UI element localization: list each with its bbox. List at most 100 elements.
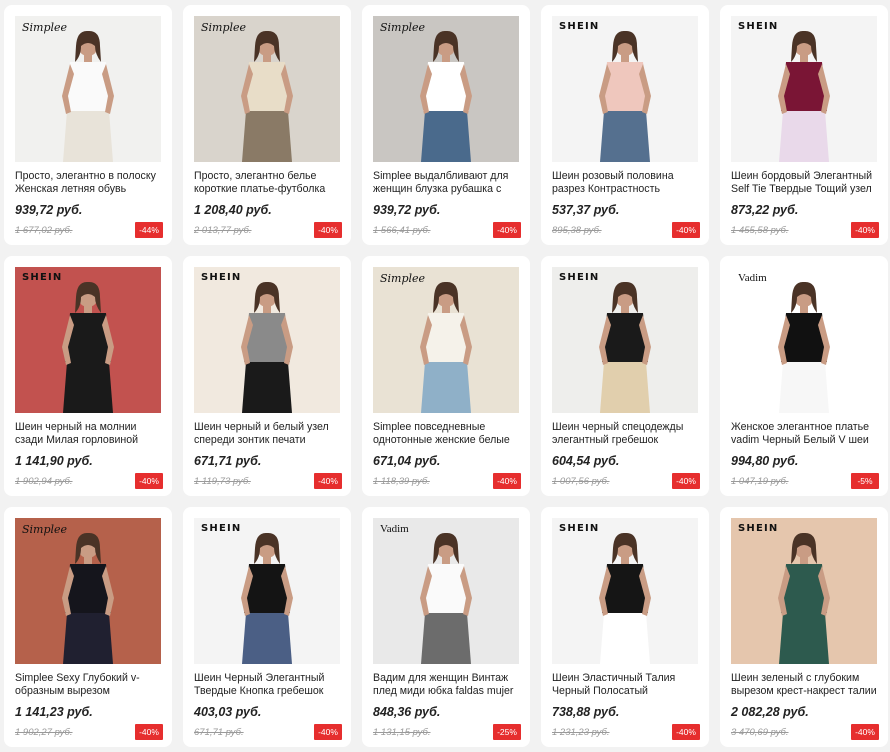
old-price: 1 118,39 руб. [373,476,430,487]
product-card[interactable]: Simplee Просто, элегантно в полоску Женс… [4,5,172,245]
brand-logo: SHEIN [201,523,242,534]
product-price: 671,04 руб. [373,454,441,468]
brand-logo: Vadim [380,523,409,535]
discount-badge: -40% [314,724,342,740]
product-card[interactable]: SHEIN Шеин черный и белый узел спереди з… [183,256,351,496]
discount-badge: -44% [135,222,163,238]
product-title[interactable]: Simplee Sexy Глубокий v-образным вырезом… [15,672,161,698]
old-price: 1 566,41 руб. [373,225,431,236]
product-title[interactable]: Шеин розовый половина разрез Контрастнос… [552,170,698,196]
product-image[interactable]: SHEIN [731,16,877,162]
product-image[interactable]: SHEIN [552,267,698,413]
product-card[interactable]: SHEIN Шеин зеленый с глубоким вырезом кр… [720,507,888,747]
brand-logo: Simplee [380,21,426,34]
brand-logo: SHEIN [201,272,242,283]
product-title[interactable]: Simplee выдалбливают для женщин блузка р… [373,170,519,196]
old-price: 895,38 руб. [552,225,602,236]
product-image[interactable]: SHEIN [194,267,340,413]
product-price: 1 141,23 руб. [15,705,93,719]
discount-badge: -40% [672,724,700,740]
product-price: 403,03 руб. [194,705,262,719]
product-price: 2 082,28 руб. [731,705,809,719]
black-sleeveless-top-photo [194,518,340,664]
product-image[interactable]: SHEIN [552,518,698,664]
product-title[interactable]: Шеин черный и белый узел спереди зонтик … [194,421,340,447]
discount-badge: -40% [314,473,342,489]
product-price: 537,37 руб. [552,203,620,217]
product-title[interactable]: Шеин бордовый Элегантный Self Tie Тверды… [731,170,877,196]
old-price: 2 013,77 руб. [194,225,252,236]
product-title[interactable]: Simplee повседневные однотонные женские … [373,421,519,447]
blazers-photo [731,267,877,413]
old-price: 3 470,69 руб. [731,727,789,738]
old-price: 1 902,27 руб. [15,727,73,738]
product-image[interactable]: Simplee [373,16,519,162]
product-title[interactable]: Шеин черный спецодежды элегантный гребеш… [552,421,698,447]
white-button-dress-photo [15,16,161,162]
product-image[interactable]: Simplee [373,267,519,413]
product-title[interactable]: Шеин зеленый с глубоким вырезом крест-на… [731,672,877,698]
product-title[interactable]: Просто, элегантно в полоску Женская летн… [15,170,161,196]
product-card[interactable]: SHEIN Шеин Эластичный Талия Черный Полос… [541,507,709,747]
product-price: 604,54 руб. [552,454,620,468]
product-price: 671,71 руб. [194,454,262,468]
product-price: 994,80 руб. [731,454,799,468]
product-image[interactable]: Vadim [731,267,877,413]
product-title[interactable]: Просто, элегантно белье короткие платье-… [194,170,340,196]
product-image[interactable]: Simplee [15,518,161,664]
white-lace-blouse-photo [373,16,519,162]
product-card[interactable]: SHEIN Шеин розовый половина разрез Контр… [541,5,709,245]
black-jumpsuit-photo [15,267,161,413]
product-image[interactable]: Simplee [194,16,340,162]
product-price: 939,72 руб. [373,203,441,217]
product-card[interactable]: SHEIN Шеин черный спецодежды элегантный … [541,256,709,496]
product-image[interactable]: SHEIN [194,518,340,664]
product-card[interactable]: Vadim Вадим для женщин Винтаж плед миди … [362,507,530,747]
discount-badge: -40% [672,473,700,489]
product-card[interactable]: Simplee Simplee выдалбливают для женщин … [362,5,530,245]
product-title[interactable]: Вадим для женщин Винтаж плед миди юбка f… [373,672,519,698]
brand-logo: SHEIN [738,523,779,534]
brand-logo: Vadim [738,272,767,284]
old-price: 1 131,15 руб. [373,727,431,738]
product-price: 873,22 руб. [731,203,799,217]
old-price: 1 007,56 руб. [552,476,610,487]
sequin-dress-photo [15,518,161,664]
product-price: 939,72 руб. [15,203,83,217]
old-price: 1 902,94 руб. [15,476,73,487]
discount-badge: -40% [493,473,521,489]
product-image[interactable]: Simplee [15,16,161,162]
product-title[interactable]: Шеин черный на молнии сзади Милая горлов… [15,421,161,447]
brand-logo: SHEIN [559,21,600,32]
product-card[interactable]: SHEIN Шеин бордовый Элегантный Self Tie … [720,5,888,245]
discount-badge: -5% [851,473,879,489]
product-card[interactable]: Simplee Simplee повседневные однотонные … [362,256,530,496]
black-scallop-top-photo [552,267,698,413]
product-card[interactable]: Simplee Просто, элегантно белье короткие… [183,5,351,245]
brand-logo: SHEIN [22,272,63,283]
discount-badge: -40% [314,222,342,238]
product-title[interactable]: Шеин Черный Элегантный Твердые Кнопка гр… [194,672,340,698]
product-card[interactable]: SHEIN Шеин черный на молнии сзади Милая … [4,256,172,496]
product-title[interactable]: Женское элегантное платье vadim Черный Б… [731,421,877,447]
gingham-top-photo [194,267,340,413]
brand-logo: Simplee [22,523,68,536]
product-image[interactable]: SHEIN [552,16,698,162]
product-card[interactable]: Simplee Simplee Sexy Глубокий v-образным… [4,507,172,747]
old-price: 1 047,19 руб. [731,476,789,487]
product-card[interactable]: SHEIN Шеин Черный Элегантный Твердые Кно… [183,507,351,747]
product-image[interactable]: SHEIN [731,518,877,664]
product-card[interactable]: Vadim Женское элегантное платье vadim Че… [720,256,888,496]
black-leggings-photo [552,518,698,664]
beige-shirt-dress-photo [194,16,340,162]
brand-logo: SHEIN [738,21,779,32]
product-title[interactable]: Шеин Эластичный Талия Черный Полосатый [552,672,698,698]
product-price: 1 208,40 руб. [194,203,272,217]
burgundy-pants-photo [731,16,877,162]
brand-logo: SHEIN [559,272,600,283]
discount-badge: -40% [135,724,163,740]
product-image[interactable]: Vadim [373,518,519,664]
brand-logo: Simplee [22,21,68,34]
white-halter-top-photo [373,267,519,413]
product-image[interactable]: SHEIN [15,267,161,413]
